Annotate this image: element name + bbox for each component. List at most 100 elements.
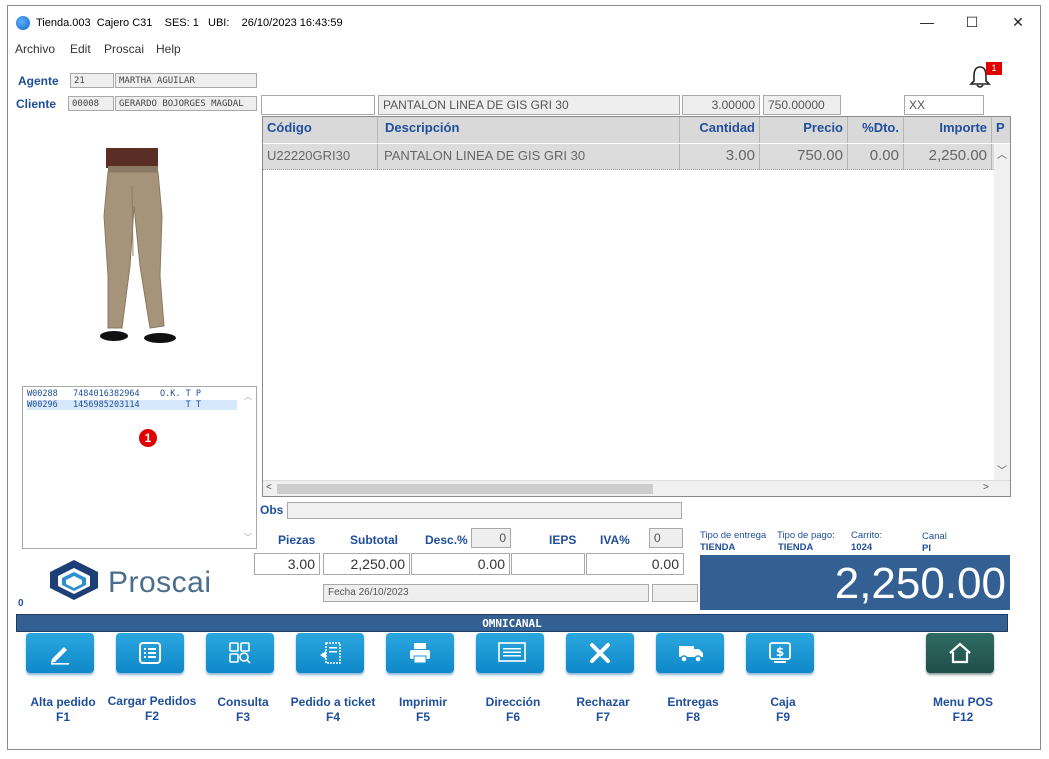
imprimir-label: Imprimir F5 <box>398 695 447 724</box>
ieps-field[interactable] <box>511 553 585 575</box>
minimize-button[interactable]: — <box>912 12 942 32</box>
column-header-codigo[interactable]: Código <box>263 117 378 143</box>
client-code-field[interactable]: 00008 <box>68 96 114 111</box>
client-name-field[interactable]: GERARDO BOJORGES MAGDAL <box>115 96 257 111</box>
date-aux-field <box>652 584 698 602</box>
iva-pct-field[interactable]: 0 <box>649 528 683 548</box>
column-header-p[interactable]: P <box>992 117 1010 143</box>
product-description-field[interactable]: PANTALON LINEA DE GIS GRI 30 <box>378 95 680 115</box>
pencil-icon <box>51 647 69 665</box>
rechazar-button[interactable] <box>561 633 637 673</box>
pedido-a-ticket-label: Pedido a ticket F4 <box>290 695 376 724</box>
horizontal-scroll-thumb[interactable] <box>277 484 653 494</box>
ieps-label: IEPS <box>549 533 577 547</box>
address-card-icon <box>498 642 526 662</box>
barcode-list[interactable]: W00288 7484016382964 O.K. T P W00296 145… <box>22 386 257 549</box>
scroll-right-icon[interactable]: > <box>983 482 989 493</box>
cell-precio: 750.00 <box>760 144 848 169</box>
product-quantity-field[interactable]: 3.00000 <box>682 95 760 115</box>
proscai-logo-icon <box>50 560 98 600</box>
agent-name-field[interactable]: MARTHA AGUILAR <box>115 73 257 88</box>
iva-field[interactable]: 0.00 <box>586 553 684 575</box>
caja-button[interactable]: $ <box>741 633 817 673</box>
discount-label: Desc.% <box>425 533 468 547</box>
alta-pedido-label: Alta pedido F1 <box>30 695 96 724</box>
printer-icon <box>410 643 430 664</box>
annotation-marker: 1 <box>139 429 157 447</box>
consulta-label: Consulta F3 <box>217 695 269 724</box>
logo-text: Proscai <box>108 566 212 599</box>
column-header-cantidad[interactable]: Cantidad <box>680 117 760 143</box>
menu-pos-button[interactable] <box>921 633 997 673</box>
entregas-label: Entregas F8 <box>667 695 719 724</box>
product-price-field[interactable]: 750.00000 <box>763 95 841 115</box>
cell-descripcion: PANTALON LINEA DE GIS GRI 30 <box>378 144 680 169</box>
column-header-descripcion[interactable]: Descripción <box>378 117 680 143</box>
scroll-up-icon[interactable]: ︿ <box>244 391 254 402</box>
status-left-label: 0 <box>18 598 24 609</box>
menu-proscai[interactable]: Proscai <box>104 42 144 56</box>
column-header-descuento[interactable]: %Dto. <box>848 117 904 143</box>
list-item[interactable]: W00288 7484016382964 O.K. T P <box>27 389 201 399</box>
discount-amount-field[interactable]: 0.00 <box>411 553 510 575</box>
scroll-left-icon[interactable]: < <box>266 482 272 493</box>
maximize-button[interactable]: ☐ <box>957 12 987 32</box>
menu-bar: Archivo Edit Proscai Help <box>8 40 1040 58</box>
obs-input[interactable] <box>287 502 682 519</box>
subtotal-label: Subtotal <box>350 533 398 547</box>
order-lines-table[interactable]: Código Descripción Cantidad Precio %Dto.… <box>262 116 1011 497</box>
truck-icon <box>679 646 703 663</box>
pedido-a-ticket-button[interactable] <box>291 633 367 673</box>
caja-label: Caja F9 <box>770 695 796 724</box>
cart-label: Carrito: <box>851 530 883 541</box>
discount-pct-field[interactable]: 0 <box>471 528 511 548</box>
alta-pedido-button[interactable] <box>21 633 97 673</box>
cell-cantidad: 3.00 <box>680 144 760 169</box>
subtotal-field[interactable]: 2,250.00 <box>323 553 410 575</box>
date-field: Fecha 26/10/2023 <box>323 584 649 602</box>
table-header: Código Descripción Cantidad Precio %Dto.… <box>263 117 1010 143</box>
cell-codigo: U22220GRI30 <box>263 144 378 169</box>
obs-label: Obs <box>260 503 284 517</box>
menu-help[interactable]: Help <box>156 42 181 56</box>
grid-search-icon <box>229 642 251 664</box>
cargar-pedidos-button[interactable] <box>111 633 187 673</box>
direccion-button[interactable] <box>471 633 547 673</box>
pieces-label: Piezas <box>278 533 316 547</box>
menu-edit[interactable]: Edit <box>70 42 91 56</box>
entregas-button[interactable] <box>651 633 727 673</box>
grand-total-display: 2,250.00 <box>700 555 1010 610</box>
list-icon <box>139 642 161 664</box>
close-button[interactable]: ✕ <box>1003 12 1033 32</box>
cell-descuento: 0.00 <box>848 144 904 169</box>
scroll-down-icon[interactable]: ﹀ <box>997 462 1007 477</box>
pieces-field[interactable]: 3.00 <box>254 553 320 575</box>
payment-type-label: Tipo de pago: <box>777 530 835 541</box>
iva-label: IVA% <box>600 533 630 547</box>
client-label: Cliente <box>16 97 57 111</box>
table-horizontal-scrollbar[interactable]: < > <box>263 480 1010 496</box>
table-row[interactable]: U22220GRI30 PANTALON LINEA DE GIS GRI 30… <box>263 144 1010 170</box>
list-item[interactable]: W00296 1456985203114 T T <box>27 400 237 410</box>
consulta-button[interactable] <box>201 633 277 673</box>
cash-register-icon: $ <box>769 642 791 663</box>
channel-value: PI <box>922 543 931 554</box>
svg-text:$: $ <box>776 645 784 659</box>
payment-type-value: TIENDA <box>778 542 814 553</box>
product-code-input[interactable] <box>261 95 375 115</box>
imprimir-button[interactable] <box>381 633 457 673</box>
product-image <box>100 148 176 343</box>
menu-archivo[interactable]: Archivo <box>15 42 55 56</box>
omnichannel-bar: OMNICANAL <box>16 614 1008 632</box>
agent-code-field[interactable]: 21 <box>70 73 114 88</box>
cell-importe: 2,250.00 <box>904 144 992 169</box>
scroll-down-icon[interactable]: ﹀ <box>244 532 254 543</box>
delivery-type-label: Tipo de entrega <box>700 530 767 541</box>
extra-field[interactable]: XX <box>904 95 984 115</box>
scroll-up-icon[interactable]: ︿ <box>997 146 1007 161</box>
column-header-importe[interactable]: Importe <box>904 117 992 143</box>
table-vertical-scrollbar[interactable]: ︿ ﹀ <box>994 144 1010 482</box>
window-title: Tienda.003 Cajero C31 SES: 1 UBI: 26/10/… <box>36 17 343 29</box>
column-header-precio[interactable]: Precio <box>760 117 848 143</box>
pos-window: Tienda.003 Cajero C31 SES: 1 UBI: 26/10/… <box>7 5 1041 750</box>
